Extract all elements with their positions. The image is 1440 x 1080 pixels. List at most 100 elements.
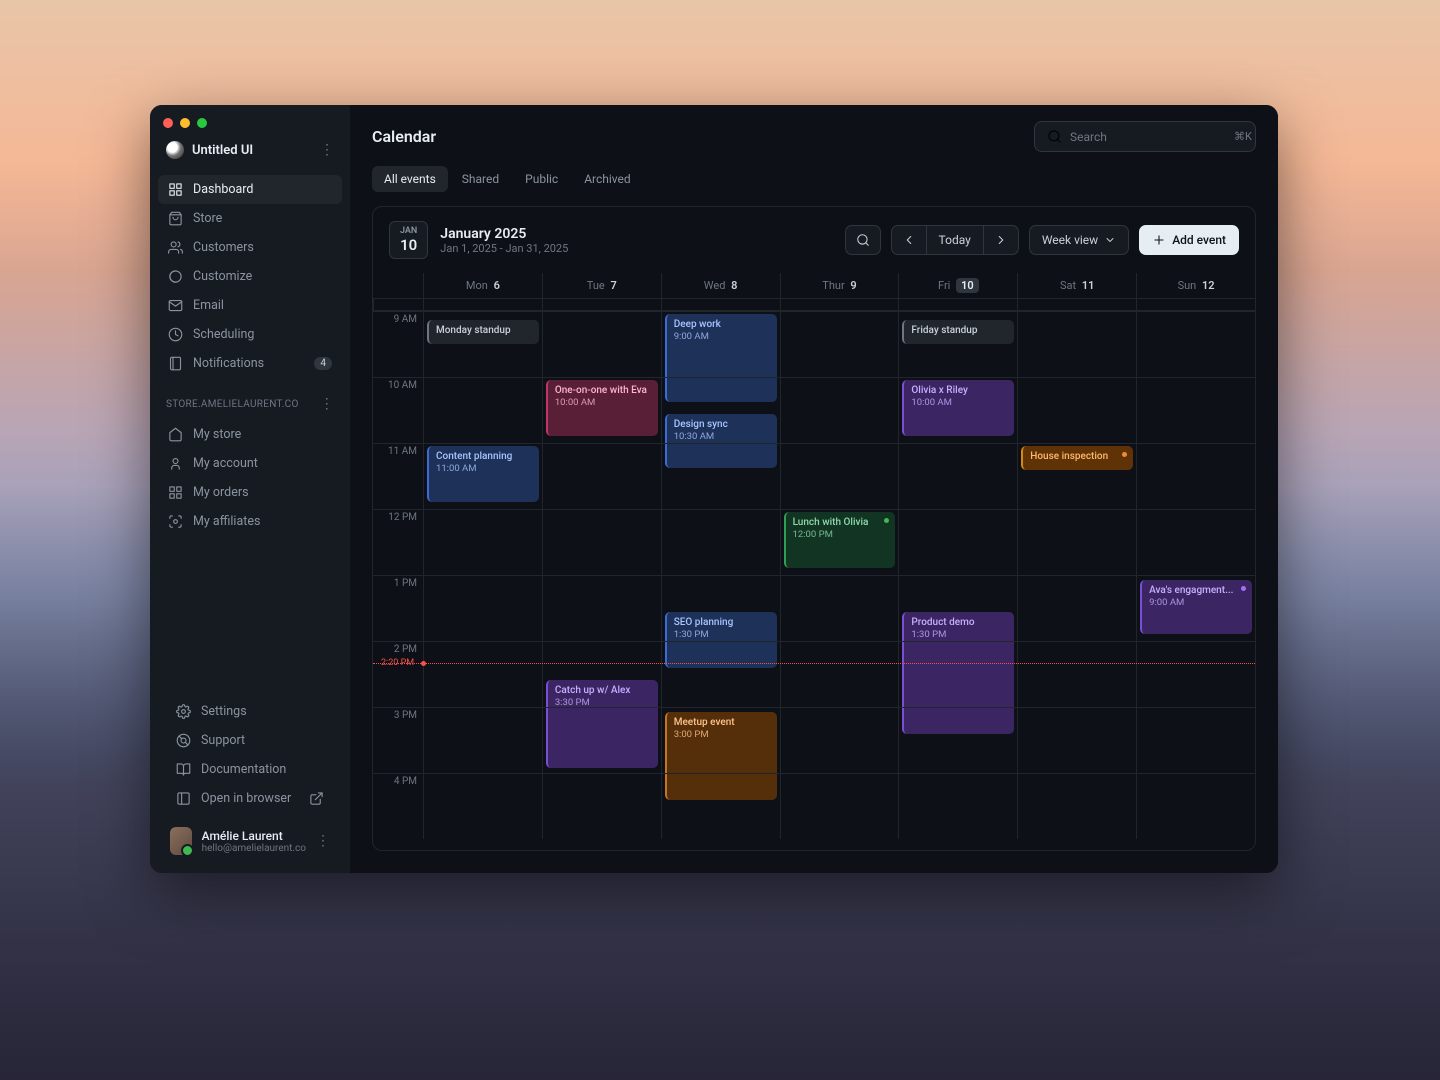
calendar-cell[interactable] xyxy=(1136,575,1255,641)
calendar-cell[interactable]: Deep work9:00 AMDesign sync10:30 AMSEO p… xyxy=(661,311,780,377)
calendar-cell[interactable] xyxy=(423,509,542,575)
calendar-cell[interactable]: One-on-one with Eva10:00 AMCatch up w/ A… xyxy=(542,311,661,377)
sidebar-item-my-account[interactable]: My account xyxy=(158,449,342,478)
sidebar-item-documentation[interactable]: Documentation xyxy=(166,755,334,784)
calendar-cell[interactable] xyxy=(1136,773,1255,839)
calendar-cell[interactable] xyxy=(1017,377,1136,443)
calendar-cell[interactable] xyxy=(542,707,661,773)
calendar-cell[interactable] xyxy=(542,575,661,641)
calendar-cell[interactable] xyxy=(661,377,780,443)
calendar-cell[interactable] xyxy=(661,575,780,641)
sidebar-item-my-affiliates[interactable]: My affiliates xyxy=(158,507,342,536)
sidebar-item-customers[interactable]: Customers xyxy=(158,233,342,262)
tab-public[interactable]: Public xyxy=(513,166,570,192)
calendar-cell[interactable] xyxy=(1136,509,1255,575)
sidebar-item-settings[interactable]: Settings xyxy=(166,697,334,726)
calendar-cell[interactable] xyxy=(1017,443,1136,509)
calendar-cell[interactable]: Friday standupOlivia x Riley10:00 AMProd… xyxy=(898,311,1017,377)
calendar-cell[interactable] xyxy=(1017,641,1136,707)
calendar-cell[interactable] xyxy=(1017,707,1136,773)
calendar-cell[interactable] xyxy=(1136,443,1255,509)
calendar-cell[interactable] xyxy=(1136,377,1255,443)
tab-shared[interactable]: Shared xyxy=(450,166,511,192)
close-window[interactable] xyxy=(163,118,173,128)
sidebar-item-my-orders[interactable]: My orders xyxy=(158,478,342,507)
calendar-cell[interactable]: House inspection xyxy=(1017,311,1136,377)
calendar-cell[interactable] xyxy=(780,773,899,839)
calendar-cell[interactable] xyxy=(780,575,899,641)
maximize-window[interactable] xyxy=(197,118,207,128)
calendar-cell[interactable] xyxy=(542,443,661,509)
brand-menu-icon[interactable]: ⋮ xyxy=(320,142,334,158)
day-header[interactable]: Mon 6 xyxy=(423,273,542,298)
view-selector[interactable]: Week view xyxy=(1029,225,1129,255)
calendar-cell[interactable] xyxy=(423,377,542,443)
calendar-cell[interactable] xyxy=(423,443,542,509)
today-button[interactable]: Today xyxy=(927,225,984,255)
sidebar-item-label: Support xyxy=(201,733,245,748)
day-header[interactable]: Wed 8 xyxy=(661,273,780,298)
calendar-cell[interactable] xyxy=(898,707,1017,773)
calendar-cell[interactable] xyxy=(661,509,780,575)
calendar-cell[interactable] xyxy=(1136,707,1255,773)
calendar-cell[interactable] xyxy=(423,773,542,839)
calendar-cell[interactable] xyxy=(898,641,1017,707)
day-header[interactable]: Sat 11 xyxy=(1017,273,1136,298)
sidebar-item-open-browser[interactable]: Open in browser xyxy=(166,784,334,813)
sidebar-item-notifications[interactable]: Notifications 4 xyxy=(158,349,342,378)
calendar-cell[interactable] xyxy=(898,575,1017,641)
sidebar-item-store[interactable]: Store xyxy=(158,204,342,233)
add-event-button[interactable]: Add event xyxy=(1139,225,1239,255)
calendar-cell[interactable] xyxy=(1017,509,1136,575)
calendar-cell[interactable] xyxy=(1136,641,1255,707)
calendar-cell[interactable] xyxy=(661,773,780,839)
calendar-cell[interactable] xyxy=(780,509,899,575)
calendar-cell[interactable] xyxy=(898,377,1017,443)
day-header[interactable]: Sun 12 xyxy=(1136,273,1255,298)
day-header[interactable]: Tue 7 xyxy=(542,273,661,298)
sidebar-item-scheduling[interactable]: Scheduling xyxy=(158,320,342,349)
calendar-search-button[interactable] xyxy=(845,225,881,255)
calendar-cell[interactable] xyxy=(780,641,899,707)
calendar-cell[interactable] xyxy=(898,509,1017,575)
next-button[interactable] xyxy=(984,225,1019,255)
calendar-cell[interactable] xyxy=(1017,773,1136,839)
calendar-cell[interactable]: Lunch with Olivia12:00 PM xyxy=(780,311,899,377)
calendar-cell[interactable] xyxy=(542,377,661,443)
section-menu-icon[interactable]: ⋮ xyxy=(320,396,334,412)
calendar-cell[interactable] xyxy=(898,443,1017,509)
calendar-cell[interactable] xyxy=(542,773,661,839)
user-menu-icon[interactable]: ⋮ xyxy=(316,833,330,849)
calendar-cell[interactable] xyxy=(661,443,780,509)
calendar-cell[interactable] xyxy=(542,509,661,575)
calendar-event[interactable]: Monday standup xyxy=(427,320,539,344)
sidebar-item-my-store[interactable]: My store xyxy=(158,420,342,449)
prev-button[interactable] xyxy=(891,225,927,255)
calendar-cell[interactable] xyxy=(423,575,542,641)
search-input[interactable] xyxy=(1070,130,1226,144)
calendar-cell[interactable] xyxy=(661,707,780,773)
calendar-cell[interactable] xyxy=(423,707,542,773)
search-box[interactable]: ⌘K xyxy=(1034,121,1256,152)
day-header[interactable]: Fri 10 xyxy=(898,273,1017,298)
sidebar-item-email[interactable]: Email xyxy=(158,291,342,320)
day-header[interactable]: Thur 9 xyxy=(780,273,899,298)
calendar-cell[interactable] xyxy=(780,707,899,773)
sidebar-item-customize[interactable]: Customize xyxy=(158,262,342,291)
user-card[interactable]: Amélie Laurent hello@amelielaurent.co ⋮ xyxy=(158,817,342,865)
calendar-event[interactable]: Friday standup xyxy=(902,320,1014,344)
calendar-cell[interactable] xyxy=(661,641,780,707)
calendar-cell[interactable]: Monday standupContent planning11:00 AM xyxy=(423,311,542,377)
sidebar-item-dashboard[interactable]: Dashboard xyxy=(158,175,342,204)
calendar-cell[interactable] xyxy=(423,641,542,707)
calendar-cell[interactable] xyxy=(1017,575,1136,641)
calendar-cell[interactable] xyxy=(898,773,1017,839)
calendar-cell[interactable] xyxy=(542,641,661,707)
minimize-window[interactable] xyxy=(180,118,190,128)
tab-all-events[interactable]: All events xyxy=(372,166,448,192)
calendar-cell[interactable] xyxy=(780,377,899,443)
sidebar-item-support[interactable]: Support xyxy=(166,726,334,755)
calendar-cell[interactable] xyxy=(780,443,899,509)
calendar-cell[interactable]: Ava's engagment...9:00 AM xyxy=(1136,311,1255,377)
tab-archived[interactable]: Archived xyxy=(572,166,642,192)
